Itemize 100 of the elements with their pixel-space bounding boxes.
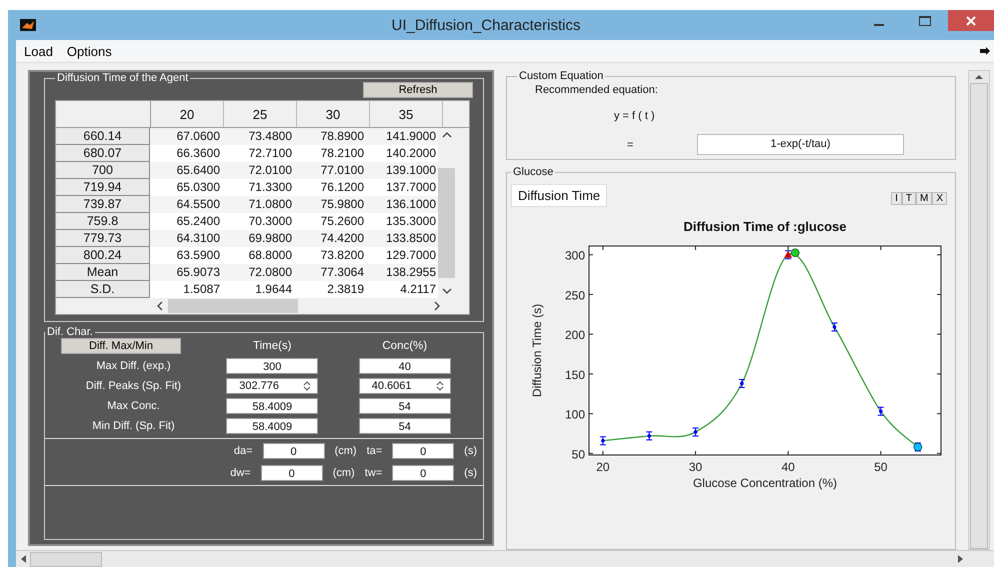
row-header: 759.8 [56, 213, 150, 230]
equation-field[interactable]: 1-exp(-t/tau) [697, 134, 904, 155]
table-cell-text: 4.2117 [399, 281, 437, 298]
field-label: Diff. Peaks (Sp. Fit) [86, 380, 182, 392]
input-field[interactable]: 0 [392, 465, 454, 481]
column-header[interactable]: 30 [297, 101, 370, 127]
table-cell-text: 77.0100 [320, 162, 365, 179]
horizontal-scrollbar[interactable] [16, 550, 994, 567]
field-label: dw= [230, 467, 251, 479]
table-cell-text: 65.0300 [176, 179, 221, 196]
input-field[interactable]: 300 [226, 358, 318, 374]
table-cell-text: 140.2000 [384, 145, 437, 162]
x-tick-label: 40 [781, 460, 795, 474]
x-tick-label: 30 [688, 460, 702, 474]
diff-max-min-button[interactable]: Diff. Max/Min [61, 338, 181, 354]
close-icon [966, 16, 976, 26]
table-cell-text: 70.3000 [248, 213, 293, 230]
y-tick-label: 300 [564, 248, 585, 263]
row-header: 680.07 [56, 145, 150, 162]
column-header[interactable]: 25 [224, 101, 297, 127]
x-tick-label: 50 [874, 460, 888, 474]
close-button[interactable] [948, 10, 994, 31]
column-header[interactable]: 35 [370, 101, 443, 127]
field-label: Max Conc. [107, 400, 160, 412]
row-header: S.D. [56, 281, 150, 298]
table-cell-text: 135.3000 [384, 213, 437, 230]
window-title: UI_Diffusion_Characteristics [390, 16, 582, 34]
error-bar [646, 431, 653, 440]
menu-item[interactable]: Load [24, 44, 53, 58]
table-cell-text: 69.9800 [248, 230, 293, 247]
row-header: 700 [56, 162, 150, 179]
input-field[interactable]: 58.4009 [226, 418, 318, 434]
row-header: 719.94 [56, 179, 150, 196]
error-bar [692, 427, 700, 436]
table-cell-text: 71.0800 [248, 196, 293, 213]
column-header[interactable]: 20 [151, 101, 224, 127]
table-cell-text: 133.8500 [384, 230, 437, 247]
table-cell-text: 141.9000 [384, 128, 437, 145]
spinner-arrows-icon[interactable] [303, 381, 312, 391]
vertical-scrollbar[interactable] [968, 70, 990, 550]
scroll-right-icon[interactable] [958, 555, 964, 563]
input-field[interactable]: 0 [392, 443, 454, 459]
scroll-thumb[interactable] [30, 552, 102, 566]
table-cell-text: 67.0600 [176, 128, 221, 145]
table-cell-text: 137.7000 [384, 179, 437, 196]
field-label: Max Diff. (exp.) [96, 360, 171, 372]
menu-item[interactable]: Options [66, 44, 112, 58]
input-field[interactable]: 0 [260, 465, 323, 481]
equals-label: = [627, 138, 634, 150]
table-cell-text: 63.5900 [176, 247, 221, 264]
refresh-button[interactable]: Refresh [363, 82, 473, 98]
unit-label: (cm) [332, 467, 355, 479]
tool-button[interactable]: M [916, 192, 932, 205]
group-title: Diffusion Time of the Agent [56, 72, 190, 84]
table-cell-text: 64.3100 [176, 230, 221, 247]
unit-label: (s) [464, 445, 477, 457]
formula-label: y = f ( t ) [614, 110, 656, 122]
scroll-left-icon[interactable] [20, 555, 26, 563]
table-cell-text: 73.4800 [248, 128, 293, 145]
chevron-left-icon[interactable] [156, 301, 164, 311]
table-cell-text: 139.1000 [384, 162, 437, 179]
spinner-field[interactable]: 302.776 [226, 378, 318, 394]
y-tick-label: 150 [564, 368, 585, 382]
dock-arrow-icon[interactable] [980, 47, 990, 55]
spinner-arrows-icon[interactable] [436, 381, 444, 391]
input-field[interactable]: 54 [358, 398, 451, 414]
tool-button[interactable]: I [891, 192, 902, 205]
column-label: Conc(%) [382, 340, 428, 352]
chevron-down-icon[interactable] [442, 287, 452, 295]
input-field[interactable]: 40 [358, 358, 451, 374]
tool-button[interactable]: X [932, 192, 947, 205]
row-header: 779.73 [56, 230, 150, 247]
tab[interactable]: Diffusion Time [511, 184, 608, 207]
spinner-field[interactable]: 40.6061 [358, 378, 451, 394]
unit-label: (s) [464, 467, 477, 479]
input-field[interactable]: 0 [262, 443, 325, 459]
input-field[interactable]: 54 [358, 418, 451, 434]
group-title: Custom Equation [518, 70, 604, 82]
field-label: ta= [366, 445, 382, 457]
y-tick-label: 50 [572, 447, 585, 462]
error-bar [599, 436, 606, 446]
input-field[interactable]: 58.4009 [226, 398, 318, 414]
error-bar [877, 406, 884, 416]
minimize-icon [874, 24, 884, 26]
table-cell-text: 68.8000 [248, 247, 293, 264]
chart-title: Diffusion Time of :glucose [684, 219, 846, 234]
table-cell-text: 64.5500 [176, 196, 221, 213]
table-cell-text: 75.2600 [320, 213, 365, 230]
field-label: da= [234, 445, 253, 457]
chevron-right-icon[interactable] [433, 301, 441, 311]
maximize-icon [919, 16, 931, 26]
row-header: 660.14 [56, 128, 150, 145]
error-bar [830, 322, 838, 332]
table-cell-text: 138.2955 [384, 264, 437, 281]
chevron-up-icon[interactable] [442, 131, 452, 139]
scroll-up-icon[interactable] [975, 74, 983, 79]
row-header: 739.87 [56, 196, 150, 213]
table-cell-text: 77.3064 [320, 264, 365, 281]
table-cell-text: 78.2100 [320, 145, 365, 162]
tool-button[interactable]: T [902, 192, 916, 205]
